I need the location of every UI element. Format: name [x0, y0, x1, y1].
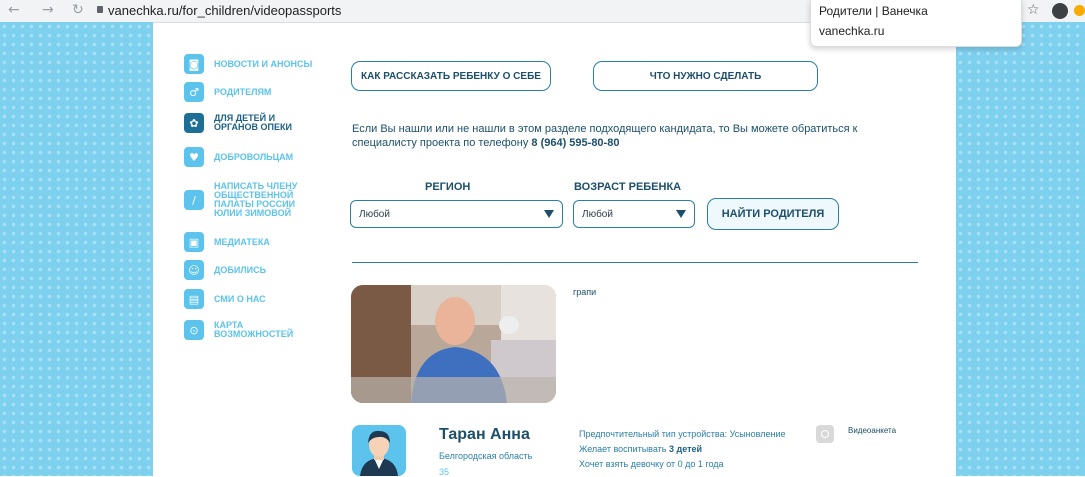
sidebar-item-label: ДОБИЛИСЬ	[214, 264, 267, 275]
video-questionnaire-link[interactable]: Видеоанкета	[848, 426, 896, 435]
sidebar-item-label: ДОБРОВОЛЬЦАМ	[214, 151, 294, 162]
video-thumbnail[interactable]	[351, 285, 556, 403]
sidebar-item-news[interactable]: ◙ НОВОСТИ И АНОНСЫ	[184, 54, 312, 74]
profile-name[interactable]: Таран Анна	[439, 426, 530, 444]
wants-line: Желает воспитывать 3 детей	[579, 444, 702, 454]
sidebar-item-label: КАРТА ВОЗМОЖНОСТЕЙ	[214, 320, 294, 339]
sidebar-item-children[interactable]: ✿ ДЛЯ ДЕТЕЙ И ОРГАНОВ ОПЕКИ	[184, 113, 292, 133]
contact-phone[interactable]: 8 (964) 595-80-80	[531, 137, 619, 149]
sidebar-item-label: НАПИСАТЬ ЧЛЕНУ ОБЩЕСТВЕННОЙ ПАЛАТЫ РОССИ…	[214, 181, 298, 218]
achievement-icon: ☺	[184, 260, 204, 280]
sidebar-item-volunteers[interactable]: ♥ ДОБРОВОЛЬЦАМ	[184, 147, 293, 167]
flower-icon: ✿	[184, 113, 204, 133]
heart-icon: ♥	[184, 147, 204, 167]
contact-info: Если Вы нашли или не нашли в этом раздел…	[352, 122, 912, 150]
dropdown-arrow-icon	[676, 210, 686, 218]
tab-hover-card: Родители | Ванечка vanechka.ru	[810, 0, 1022, 47]
sidebar-item-label: СМИ О НАС	[214, 293, 266, 304]
video-title[interactable]: грапи	[573, 287, 596, 297]
region-label: РЕГИОН	[425, 181, 471, 193]
placement-value: Усыновление	[729, 429, 786, 439]
dropdown-arrow-icon	[544, 210, 554, 218]
sidebar-item-achieved[interactable]: ☺ ДОБИЛИСЬ	[184, 260, 266, 280]
right-pattern-background	[956, 22, 1085, 476]
video-frame-image	[351, 285, 556, 403]
profile-region: Белгородская область	[439, 451, 533, 461]
tab-domain: vanechka.ru	[819, 24, 885, 38]
tab-title: Родители | Ванечка	[819, 4, 928, 18]
sidebar-item-map[interactable]: ⊙ КАРТА ВОЗМОЖНОСТЕЙ	[184, 320, 293, 340]
placement-line: Предпочтительный тип устройства: Усыновл…	[579, 429, 786, 439]
reload-icon[interactable]: ↻	[72, 3, 84, 17]
what-to-do-button[interactable]: ЧТО НУЖНО СДЕЛАТЬ	[593, 61, 818, 91]
age-label: ВОЗРАСТ РЕБЕНКА	[574, 181, 682, 193]
age-select-value: Любой	[582, 209, 613, 220]
parents-icon: ♂	[184, 82, 204, 102]
profile-avatar[interactable]	[1052, 3, 1068, 19]
sidebar-item-write[interactable]: / НАПИСАТЬ ЧЛЕНУ ОБЩЕСТВЕННОЙ ПАЛАТЫ РОС…	[184, 182, 297, 218]
wants-prefix: Желает воспитывать	[579, 444, 667, 454]
region-select-value: Любой	[359, 209, 390, 220]
wants-count: 3 детей	[668, 444, 703, 454]
sidebar-item-label: РОДИТЕЛЯМ	[214, 86, 272, 97]
extension-icon[interactable]	[1074, 5, 1085, 16]
sidebar-item-label: НОВОСТИ И АНОНСЫ	[214, 58, 313, 69]
sidebar-item-label: МЕДИАТЕКА	[214, 236, 270, 247]
find-parent-button[interactable]: НАЙТИ РОДИТЕЛЯ	[707, 198, 839, 230]
left-pattern-background	[0, 22, 153, 476]
sidebar-item-parents[interactable]: ♂ РОДИТЕЛЯМ	[184, 82, 271, 102]
person-icon	[352, 425, 406, 476]
book-icon: ▤	[184, 289, 204, 309]
forward-icon[interactable]: →	[42, 3, 54, 17]
region-select[interactable]: Любой	[350, 200, 563, 228]
wants-detail: Хочет взять девочку от 0 до 1 года	[579, 459, 724, 469]
sidebar-item-press[interactable]: ▤ СМИ О НАС	[184, 289, 266, 309]
map-pin-icon: ⊙	[184, 320, 204, 340]
sidebar-item-media[interactable]: ▣ МЕДИАТЕКА	[184, 232, 270, 252]
address-bar[interactable]: vanechka.ru/for_children/videopassports	[108, 3, 341, 18]
bookmark-star-icon[interactable]: ☆	[1027, 2, 1040, 18]
lock-icon[interactable]	[97, 6, 103, 13]
age-select[interactable]: Любой	[573, 200, 695, 228]
camera-icon: ◙	[184, 54, 204, 74]
section-divider	[352, 262, 918, 263]
back-icon[interactable]: ←	[8, 3, 20, 17]
placement-label: Предпочтительный тип устройства:	[579, 429, 728, 439]
tell-child-button[interactable]: КАК РАССКАЗАТЬ РЕБЕНКУ О СЕБЕ	[351, 61, 551, 91]
camera-icon[interactable]	[816, 425, 834, 443]
media-icon: ▣	[184, 232, 204, 252]
profile-avatar-image	[352, 425, 406, 476]
sidebar-item-label: ДЛЯ ДЕТЕЙ И ОРГАНОВ ОПЕКИ	[214, 113, 292, 132]
pencil-icon: /	[184, 190, 204, 210]
